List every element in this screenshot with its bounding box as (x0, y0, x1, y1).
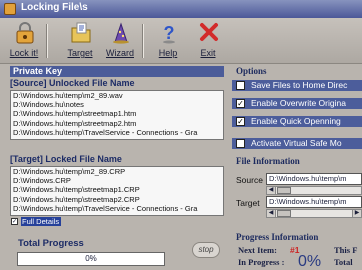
toolbar-separator (142, 24, 144, 58)
app-lock-icon (4, 3, 16, 15)
progress-info-title: Progress Information (236, 232, 319, 242)
question-mark-icon: ? (163, 23, 175, 44)
stop-button[interactable]: stop (192, 242, 220, 258)
full-details-label: Full Details (21, 217, 61, 226)
list-item[interactable]: D:\Windows.hu\temp\m2_89.CRP (11, 167, 223, 176)
scroll-left-icon[interactable]: ◀ (267, 210, 276, 217)
source-scrollbar[interactable]: ◀ (266, 186, 362, 195)
exit-button[interactable]: Exit (190, 21, 226, 62)
list-item[interactable]: D:\Windows.hu\temp\TravelService - Conne… (11, 204, 223, 213)
options-title: Options (236, 66, 267, 76)
target-path-field[interactable]: D:\Windows.hu\temp\m (266, 196, 362, 208)
option-label: Save Files to Home Direc (251, 80, 348, 90)
in-progress-value: 0% (298, 253, 322, 270)
list-item[interactable]: D:\Windows.hu\temp\streetmap1.CRP (11, 185, 223, 194)
total-progress-bar: 0% (17, 252, 165, 266)
source-file-list[interactable]: D:\Windows.hu\temp\m2_89.wav D:\Windows.… (10, 90, 224, 140)
wizard-label: Wizard (105, 48, 134, 58)
svg-text:?: ? (164, 23, 175, 43)
checkbox-checked-icon[interactable]: ✓ (236, 99, 245, 108)
scroll-right-icon[interactable]: ▶ (352, 210, 361, 217)
checkbox-check-icon: ✓ (11, 218, 18, 225)
target-label: Target (67, 48, 93, 58)
in-progress-label: In Progress : (238, 257, 285, 267)
total-label: Total (334, 257, 353, 267)
option-quick-openning[interactable]: ✓ Enable Quick Openning (232, 116, 362, 127)
list-item[interactable]: D:\Windows.hu\notes (11, 100, 223, 109)
toolbar-separator (46, 24, 48, 58)
scroll-left-icon[interactable]: ◀ (267, 187, 276, 194)
exit-label: Exit (200, 48, 216, 58)
source-path-field[interactable]: D:\Windows.hu\temp\m (266, 173, 362, 185)
private-key-header: Private Key (10, 66, 224, 77)
folder-target-icon (71, 22, 91, 43)
list-item[interactable]: D:\Windows.hu\temp\m2_89.wav (11, 91, 223, 100)
list-item[interactable]: D:\Windows.hu\temp\streetmap2.htm (11, 119, 223, 128)
lock-it-label: Lock it! (9, 48, 39, 58)
scroll-thumb[interactable] (277, 210, 291, 217)
list-item[interactable]: D:\Windows.CRP (11, 176, 223, 185)
this-file-label: This F (334, 245, 358, 255)
target-label: Target (236, 198, 260, 208)
padlock-icon (16, 22, 34, 44)
help-label: Help (158, 48, 178, 58)
total-progress-label: Total Progress (18, 238, 84, 249)
option-save-home-dir[interactable]: Save Files to Home Direc (232, 80, 362, 91)
target-section-title: [Target] Locked File Name (10, 154, 122, 164)
wizard-icon (113, 22, 129, 44)
help-button[interactable]: ? Help (150, 21, 186, 62)
lock-it-button[interactable]: Lock it! (6, 21, 42, 62)
title-bar: Locking File\s (0, 0, 362, 18)
scroll-thumb[interactable] (277, 187, 291, 194)
list-item[interactable]: D:\Windows.hu\temp\streetmap1.htm (11, 109, 223, 118)
option-enable-overwrite[interactable]: ✓ Enable Overwrite Origina (232, 98, 362, 109)
option-label: Activate Virtual Safe Mo (251, 138, 342, 148)
toolbar: Lock it! Target Wizard ? Help Exit (0, 18, 362, 64)
checkbox-checked-icon[interactable]: ✓ (236, 117, 245, 126)
total-progress-value: 0% (85, 254, 97, 263)
option-label: Enable Overwrite Origina (251, 98, 346, 108)
list-item[interactable]: D:\Windows.hu\temp\streetmap2.CRP (11, 195, 223, 204)
option-virtual-safe-mode[interactable]: Activate Virtual Safe Mo (232, 138, 362, 149)
window-title: Locking File\s (21, 2, 88, 13)
side-panel: Options Save Files to Home Direc ✓ Enabl… (230, 64, 362, 270)
source-section-title: [Source] Unlocked File Name (10, 78, 135, 88)
private-key-panel: Private Key [Source] Unlocked File Name … (10, 66, 224, 270)
wizard-button[interactable]: Wizard (102, 21, 138, 62)
target-button[interactable]: Target (62, 21, 98, 62)
checkbox-icon[interactable] (236, 81, 245, 90)
option-label: Enable Quick Openning (251, 116, 341, 126)
next-item-label: Next Item: (238, 245, 277, 255)
close-x-icon (200, 23, 218, 41)
target-file-list[interactable]: D:\Windows.hu\temp\m2_89.CRP D:\Windows.… (10, 166, 224, 216)
checkbox-icon[interactable] (236, 139, 245, 148)
list-item[interactable]: D:\Windows.hu\temp\TravelService - Conne… (11, 128, 223, 137)
target-scrollbar[interactable]: ◀ ▶ (266, 209, 362, 218)
source-label: Source (236, 175, 263, 185)
full-details-checkbox[interactable]: ✓ Full Details (10, 217, 224, 226)
file-info-title: File Information (236, 156, 300, 166)
